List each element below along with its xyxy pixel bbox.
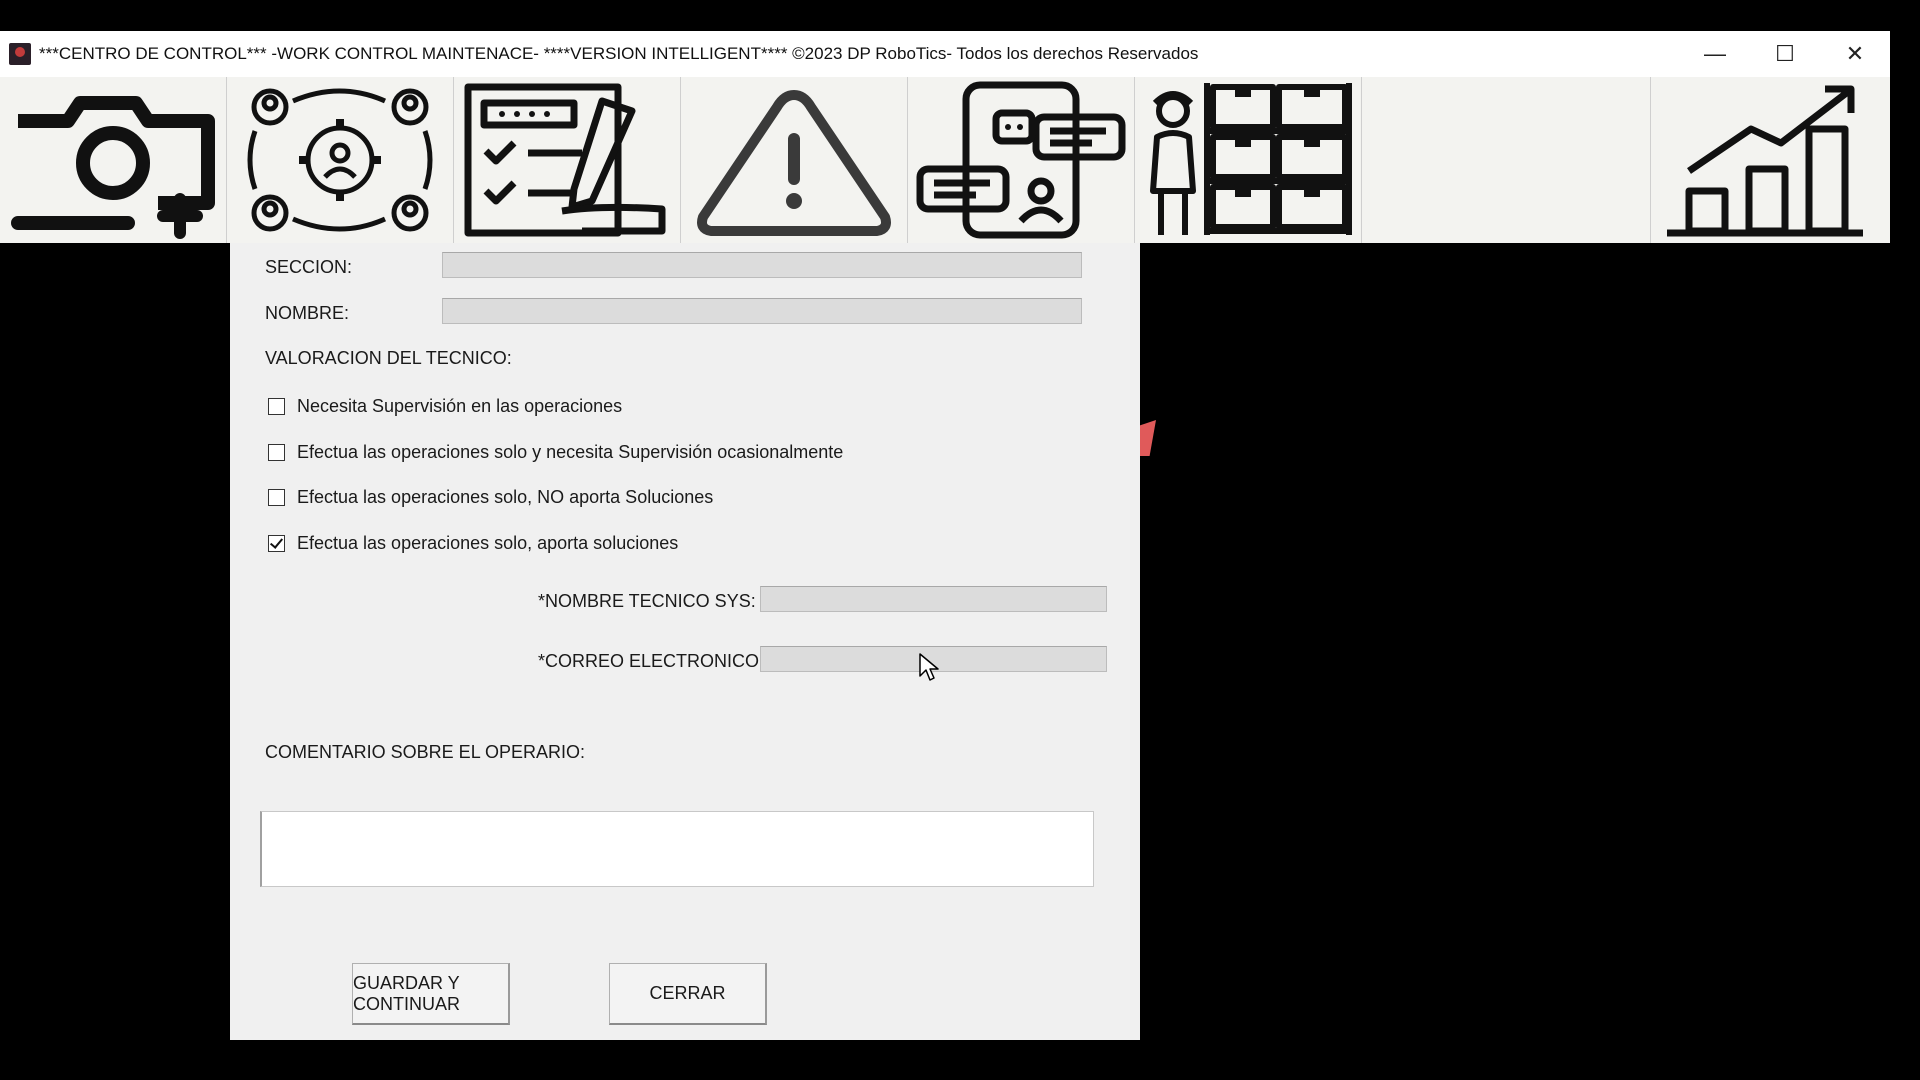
phone-chat-icon [916,81,1126,239]
correo-label: *CORREO ELECTRONICO: [538,651,765,671]
warning-triangle-icon [697,90,891,236]
option-label: Efectua las operaciones solo, NO aporta … [297,487,714,507]
close-window-button[interactable]: ✕ [1820,31,1890,77]
option-label: Efectua las operaciones solo y necesita … [297,442,844,462]
camera-plus-icon [11,96,215,239]
checkbox-aporta-soluciones[interactable] [268,535,285,552]
option-no-soluciones[interactable]: Efectua las operaciones solo, NO aporta … [268,487,713,508]
window-title: ***CENTRO DE CONTROL*** -WORK CONTROL MA… [39,44,1199,63]
comentario-label: COMENTARIO SOBRE EL OPERARIO: [265,742,586,762]
close-dialog-label: CERRAR [649,983,726,1003]
toolbar-checklist-button[interactable] [454,77,681,243]
minimize-icon: — [1704,41,1726,66]
title-bar[interactable]: ***CENTRO DE CONTROL*** -WORK CONTROL MA… [0,31,1890,77]
option-aporta-soluciones[interactable]: Efectua las operaciones solo, aporta sol… [268,533,678,554]
save-continue-button[interactable]: GUARDAR Y CONTINUAR [352,963,510,1025]
checkbox-no-soluciones[interactable] [268,489,285,506]
save-continue-label: GUARDAR Y CONTINUAR [353,972,460,1014]
option-supervision[interactable]: Necesita Supervisión en las operaciones [268,396,622,417]
toolbar-chat-button[interactable] [908,77,1135,243]
toolbar-warehouse-button[interactable] [1135,77,1362,243]
tecnico-label: *NOMBRE TECNICO SYS: [538,591,756,611]
checklist-sign-icon [464,83,666,237]
nombre-label: NOMBRE: [265,303,350,323]
checkbox-supervision-ocasional[interactable] [268,444,285,461]
toolbar [0,77,1890,243]
toolbar-camera-button[interactable] [0,77,227,243]
main-window: ***CENTRO DE CONTROL*** -WORK CONTROL MA… [0,31,1890,243]
evaluation-dialog: SECCION: NOMBRE: VALORACION DEL TECNICO:… [230,243,1140,1040]
mouse-cursor-icon [919,653,939,681]
close-dialog-button[interactable]: CERRAR [609,963,767,1025]
app-logo-icon [9,43,31,65]
team-gear-cycle-icon [247,88,433,232]
background-window-edge [1140,420,1156,456]
checkbox-supervision[interactable] [268,398,285,415]
toolbar-team-button[interactable] [227,77,454,243]
growth-chart-icon [1667,85,1863,237]
minimize-button[interactable]: — [1680,31,1750,77]
seccion-input[interactable] [442,252,1082,278]
valoracion-label: VALORACION DEL TECNICO: [265,348,512,368]
option-label: Efectua las operaciones solo, aporta sol… [297,533,679,553]
toolbar-reports-button[interactable] [1650,77,1877,243]
maximize-button[interactable]: ☐ [1750,31,1820,77]
comentario-textarea[interactable] [260,811,1094,887]
maximize-icon: ☐ [1775,41,1795,66]
toolbar-warning-button[interactable] [681,77,908,243]
nombre-input[interactable] [442,298,1082,324]
option-label: Necesita Supervisión en las operaciones [297,396,623,416]
window-controls: — ☐ ✕ [1680,31,1890,77]
option-supervision-ocasional[interactable]: Efectua las operaciones solo y necesita … [268,442,843,463]
close-icon: ✕ [1845,41,1865,66]
warehouse-worker-icon [1150,83,1352,235]
seccion-label: SECCION: [265,257,353,277]
tecnico-input[interactable] [760,586,1107,612]
